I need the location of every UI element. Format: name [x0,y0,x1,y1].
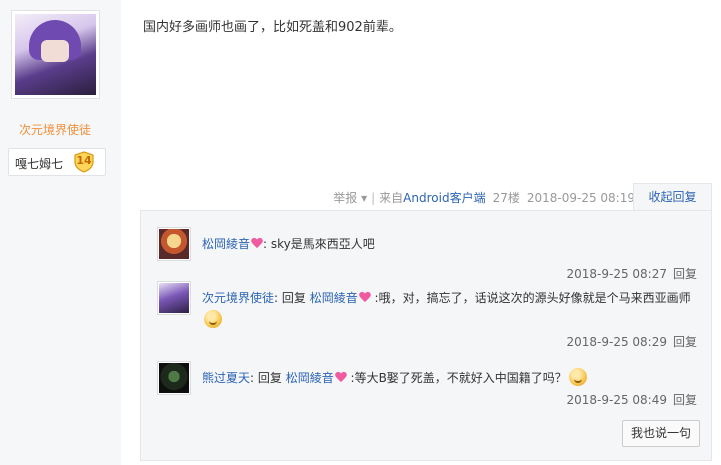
reply-avatar[interactable] [157,361,191,395]
source-client-link[interactable]: Android客户端 [403,189,485,206]
author-column: 次元境界使徒 嘎七姆七 14 [0,0,121,465]
reply-target-user[interactable]: 松岡綾音 [286,371,334,385]
post-time: 2018-09-25 08:19 [526,190,635,205]
heart-icon [251,238,263,249]
avatar-image [159,283,189,313]
heart-icon [359,292,371,303]
reply-box: 松岡綾音: sky是馬來西亞人吧 2018-9-25 08:27 回复 次元境界使… [140,210,712,461]
reply-avatar[interactable] [157,281,191,315]
reply-text: :哦，对，搞忘了，话说这次的源头好像就是个马来西亚画师 [370,291,691,305]
post-tail: 举报 ▾ | 来自 Android客户端 27楼 2018-09-25 08:1… [333,189,635,206]
reply-username[interactable]: 松岡綾音 [202,237,250,251]
reply-time: 2018-9-25 08:29 [566,335,667,349]
reply-username[interactable]: 次元境界使徒 [202,291,274,305]
reply-username[interactable]: 熊过夏天 [202,371,250,385]
reply-item: 次元境界使徒: 回复 松岡綾音 :哦，对，搞忘了，话说这次的源头好像就是个马来西… [157,281,697,351]
reply-item: 熊过夏天: 回复 松岡綾音 :等大B娶了死盖，不就好入中国籍了吗？ 2018-9… [157,361,697,409]
heart-icon [335,372,347,383]
floor-number: 27楼 [492,191,520,205]
avatar-image [159,363,189,393]
level-badge[interactable]: 嘎七姆七 14 [8,148,106,176]
reply-button[interactable]: 回复 [673,393,697,407]
reply-meta: 2018-9-25 08:29 回复 [566,333,697,350]
reply-separator: : 回复 [274,291,310,305]
post-content: 国内好多画师也画了，比如死盖和902前辈。 [143,20,402,35]
reply-body: 松岡綾音: sky是馬來西亞人吧 [202,233,697,255]
level-badge-name: 嘎七姆七 [15,157,64,171]
reply-body: 次元境界使徒: 回复 松岡綾音 :哦，对，搞忘了，话说这次的源头好像就是个马来西… [202,287,697,331]
collapse-replies-button[interactable]: 收起回复 [633,183,712,210]
reply-avatar[interactable] [157,227,191,261]
reply-button[interactable]: 回复 [673,267,697,281]
reply-time: 2018-9-25 08:49 [566,393,667,407]
report-link[interactable]: 举报 ▾ [333,189,367,206]
reply-text: sky是馬來西亞人吧 [270,237,375,251]
avatar-image [15,14,96,95]
reply-separator: : [263,237,271,251]
reply-separator: : 回复 [250,371,286,385]
level-number: 14 [76,154,92,167]
reply-item: 松岡綾音: sky是馬來西亞人吧 2018-9-25 08:27 回复 [157,227,697,281]
author-name[interactable]: 次元境界使徒 [0,121,110,138]
level-shield-icon: 14 [73,151,95,173]
smile-emoji-icon [568,368,587,386]
reply-text: :等大B娶了死盖，不就好入中国籍了吗？ [346,371,567,385]
reply-target-user[interactable]: 松岡綾音 [310,291,358,305]
add-reply-button[interactable]: 我也说一句 [622,420,700,447]
source-prefix: 来自 [379,191,404,205]
reply-meta: 2018-9-25 08:27 回复 [566,265,697,282]
avatar-image [159,229,189,259]
reply-body: 熊过夏天: 回复 松岡綾音 :等大B娶了死盖，不就好入中国籍了吗？ [202,367,697,389]
reply-meta: 2018-9-25 08:49 回复 [566,391,697,408]
reply-time: 2018-9-25 08:27 [566,267,667,281]
author-avatar[interactable] [11,10,100,99]
smile-emoji-icon [204,310,222,328]
reply-button[interactable]: 回复 [673,335,697,349]
tail-separator: | [371,190,376,205]
